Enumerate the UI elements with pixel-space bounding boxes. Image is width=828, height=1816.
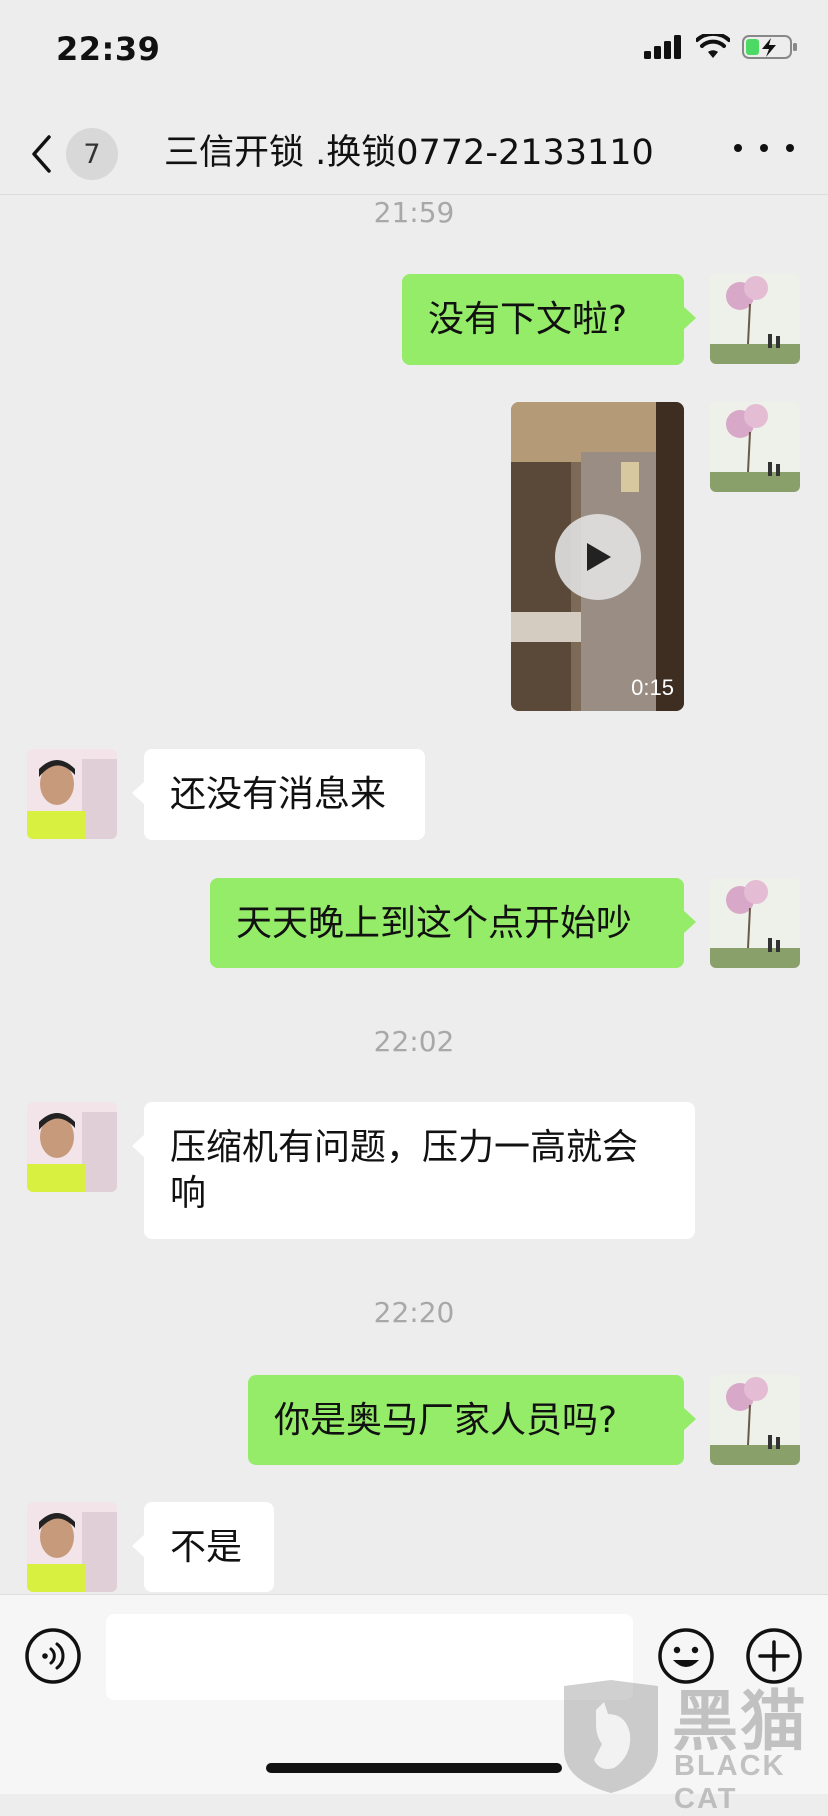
timestamp: 21:59: [373, 196, 455, 229]
unread-count-badge: 7: [66, 128, 118, 180]
outgoing-message-bubble[interactable]: 你是奥马厂家人员吗?: [248, 1375, 696, 1465]
play-icon[interactable]: [555, 514, 641, 600]
contact-avatar[interactable]: [27, 1502, 117, 1592]
incoming-message-bubble[interactable]: 不是: [132, 1502, 274, 1592]
wifi-icon: [696, 34, 730, 58]
back-button[interactable]: 7: [30, 126, 130, 182]
my-avatar[interactable]: [710, 274, 800, 364]
outgoing-message-bubble[interactable]: 没有下文啦?: [402, 274, 696, 365]
message-input[interactable]: [106, 1614, 633, 1700]
chat-title: 三信开锁 .换锁0772-2133110: [164, 133, 654, 173]
timestamp: 22:20: [373, 1296, 455, 1329]
plus-icon[interactable]: [745, 1627, 803, 1685]
my-avatar[interactable]: [710, 402, 800, 492]
status-icons: [644, 34, 798, 60]
my-avatar[interactable]: [710, 1375, 800, 1465]
battery-charging-icon: [742, 35, 797, 59]
signal-icon: [644, 35, 681, 59]
chevron-left-icon: [32, 135, 51, 173]
video-duration: 0:15: [631, 675, 674, 700]
more-icon[interactable]: [734, 128, 794, 168]
emoji-icon[interactable]: [657, 1627, 715, 1685]
outgoing-message-bubble[interactable]: 天天晚上到这个点开始吵: [210, 878, 696, 968]
status-time: 22:39: [56, 30, 161, 68]
timestamp: 22:02: [373, 1025, 455, 1058]
contact-avatar[interactable]: [27, 749, 117, 839]
my-avatar[interactable]: [710, 878, 800, 968]
incoming-message-bubble[interactable]: 压缩机有问题，压力一高就会响: [132, 1102, 695, 1239]
home-indicator: [266, 1763, 562, 1773]
contact-avatar[interactable]: [27, 1102, 117, 1192]
video-message[interactable]: 0:15: [511, 402, 684, 711]
voice-icon[interactable]: [24, 1627, 82, 1685]
incoming-message-bubble[interactable]: 还没有消息来: [132, 749, 425, 840]
